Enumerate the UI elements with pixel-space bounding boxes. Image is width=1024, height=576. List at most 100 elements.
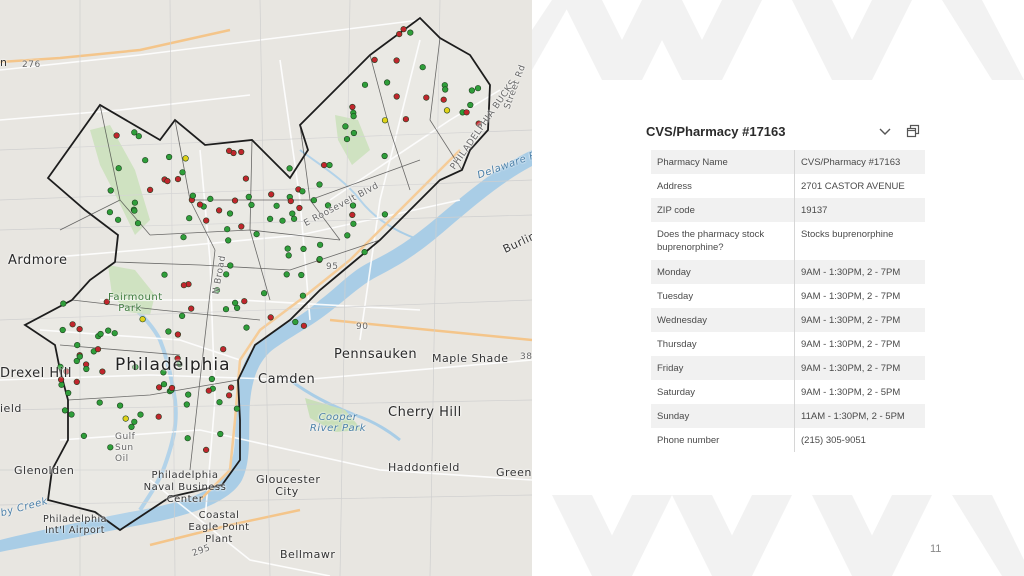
pharmacy-pin[interactable] [113, 132, 120, 139]
chevron-down-icon[interactable] [877, 123, 893, 139]
pharmacy-pin[interactable] [107, 187, 114, 194]
pharmacy-pin[interactable] [73, 378, 80, 386]
pharmacy-pin[interactable] [131, 418, 138, 425]
pharmacy-pin[interactable] [139, 316, 146, 323]
pharmacy-pin[interactable] [268, 191, 275, 198]
pharmacy-pin[interactable] [342, 123, 349, 130]
pharmacy-pin[interactable] [440, 96, 447, 103]
pharmacy-pin[interactable] [128, 423, 135, 431]
pharmacy-pin[interactable] [142, 157, 149, 164]
pharmacy-pin[interactable] [168, 384, 176, 392]
pharmacy-pin[interactable] [287, 198, 294, 205]
pharmacy-pin[interactable] [137, 411, 144, 418]
pharmacy-pin[interactable] [207, 195, 214, 202]
pharmacy-pin[interactable] [231, 197, 239, 204]
pharmacy-pin[interactable] [344, 232, 351, 239]
pharmacy-pin[interactable] [225, 237, 232, 244]
pharmacy-pin[interactable] [284, 245, 291, 252]
pharmacy-pin[interactable] [261, 290, 268, 297]
pharmacy-pin[interactable] [59, 326, 66, 334]
pharmacy-pin[interactable] [74, 342, 81, 349]
pharmacy-pin[interactable] [182, 155, 189, 162]
pharmacy-pin[interactable] [296, 204, 303, 212]
pharmacy-pin[interactable] [217, 430, 224, 438]
pharmacy-pin[interactable] [174, 331, 181, 338]
pharmacy-pin[interactable] [60, 300, 67, 307]
pharmacy-pin[interactable] [279, 217, 286, 224]
pharmacy-pin[interactable] [310, 197, 318, 204]
pharmacy-pin[interactable] [226, 147, 233, 154]
pharmacy-pin[interactable] [186, 215, 193, 222]
pharmacy-pin[interactable] [185, 391, 192, 398]
pharmacy-pin[interactable] [299, 188, 306, 195]
pharmacy-pin[interactable] [96, 399, 103, 406]
pharmacy-pin[interactable] [224, 226, 231, 233]
pharmacy-pin[interactable] [76, 353, 83, 360]
pharmacy-pin[interactable] [222, 306, 230, 313]
pharmacy-pin[interactable] [134, 220, 142, 227]
pharmacy-pin[interactable] [300, 322, 308, 329]
pharmacy-pin[interactable] [350, 113, 357, 120]
pharmacy-pin[interactable] [474, 85, 482, 92]
pharmacy-pin[interactable] [156, 384, 163, 391]
pharmacy-pin[interactable] [196, 201, 204, 208]
pharmacy-pin[interactable] [283, 271, 290, 278]
pharmacy-pin[interactable] [245, 193, 252, 200]
pharmacy-pin[interactable] [135, 133, 142, 140]
pharmacy-pin[interactable] [463, 109, 470, 116]
pharmacy-pin[interactable] [180, 234, 187, 241]
pharmacy-pin[interactable] [183, 401, 190, 408]
pharmacy-pin[interactable] [384, 79, 391, 86]
pharmacy-pin[interactable] [68, 411, 75, 418]
pharmacy-pin[interactable] [220, 346, 227, 353]
pharmacy-pin[interactable] [111, 330, 118, 337]
pharmacy-pin[interactable] [402, 116, 410, 123]
pharmacy-pin[interactable] [80, 432, 87, 440]
pharmacy-pin[interactable] [442, 86, 449, 93]
pharmacy-pin[interactable] [58, 381, 65, 388]
pharmacy-pin[interactable] [393, 57, 400, 64]
pharmacy-pin[interactable] [188, 305, 195, 312]
pharmacy-pin[interactable] [179, 312, 186, 320]
pharmacy-pin[interactable] [361, 81, 369, 88]
pharmacy-pin[interactable] [253, 231, 260, 238]
pharmacy-pin[interactable] [99, 368, 106, 375]
pharmacy-pin[interactable] [94, 346, 102, 353]
pharmacy-pin[interactable] [343, 136, 351, 143]
pharmacy-pin[interactable] [131, 199, 138, 206]
pharmacy-pin[interactable] [232, 299, 239, 307]
pharmacy-pin[interactable] [267, 314, 274, 321]
pharmacy-pin[interactable] [165, 328, 172, 335]
pharmacy-pin[interactable] [381, 117, 389, 124]
pharmacy-pin[interactable] [189, 192, 196, 199]
pharmacy-pin[interactable] [116, 402, 124, 409]
pharmacy-pin[interactable] [131, 129, 138, 136]
pharmacy-pin[interactable] [205, 387, 212, 394]
pharmacy-pin[interactable] [241, 298, 248, 305]
pharmacy-pin[interactable] [105, 327, 112, 334]
pharmacy-pin[interactable] [243, 324, 250, 331]
pharmacy-pin[interactable] [226, 392, 233, 399]
pharmacy-pin[interactable] [208, 375, 215, 383]
pharmacy-pin[interactable] [76, 326, 83, 333]
pharmacy-pin[interactable] [166, 153, 173, 161]
pharmacy-pin[interactable] [292, 318, 299, 326]
pharmacy-pin[interactable] [184, 435, 191, 442]
pharmacy-pin[interactable] [83, 365, 90, 373]
pharmacy-pin[interactable] [248, 201, 255, 208]
pharmacy-pin[interactable] [65, 389, 72, 397]
pharmacy-pin[interactable] [350, 129, 358, 137]
pharmacy-pin[interactable] [407, 29, 414, 36]
pharmacy-pin[interactable] [285, 252, 292, 259]
pharmacy-pin[interactable] [147, 186, 154, 193]
pharmacy-pin[interactable] [164, 178, 171, 185]
pharmacy-pin[interactable] [97, 330, 104, 338]
pharmacy-pin[interactable] [321, 162, 328, 169]
pharmacy-pin[interactable] [316, 181, 323, 188]
pharmacy-pin[interactable] [316, 256, 323, 263]
pharmacy-pin[interactable] [443, 107, 451, 114]
pharmacy-pin[interactable] [180, 282, 187, 289]
pharmacy-pin[interactable] [400, 26, 407, 33]
pharmacy-pin[interactable] [419, 64, 426, 71]
pharmacy-pin[interactable] [350, 220, 357, 227]
